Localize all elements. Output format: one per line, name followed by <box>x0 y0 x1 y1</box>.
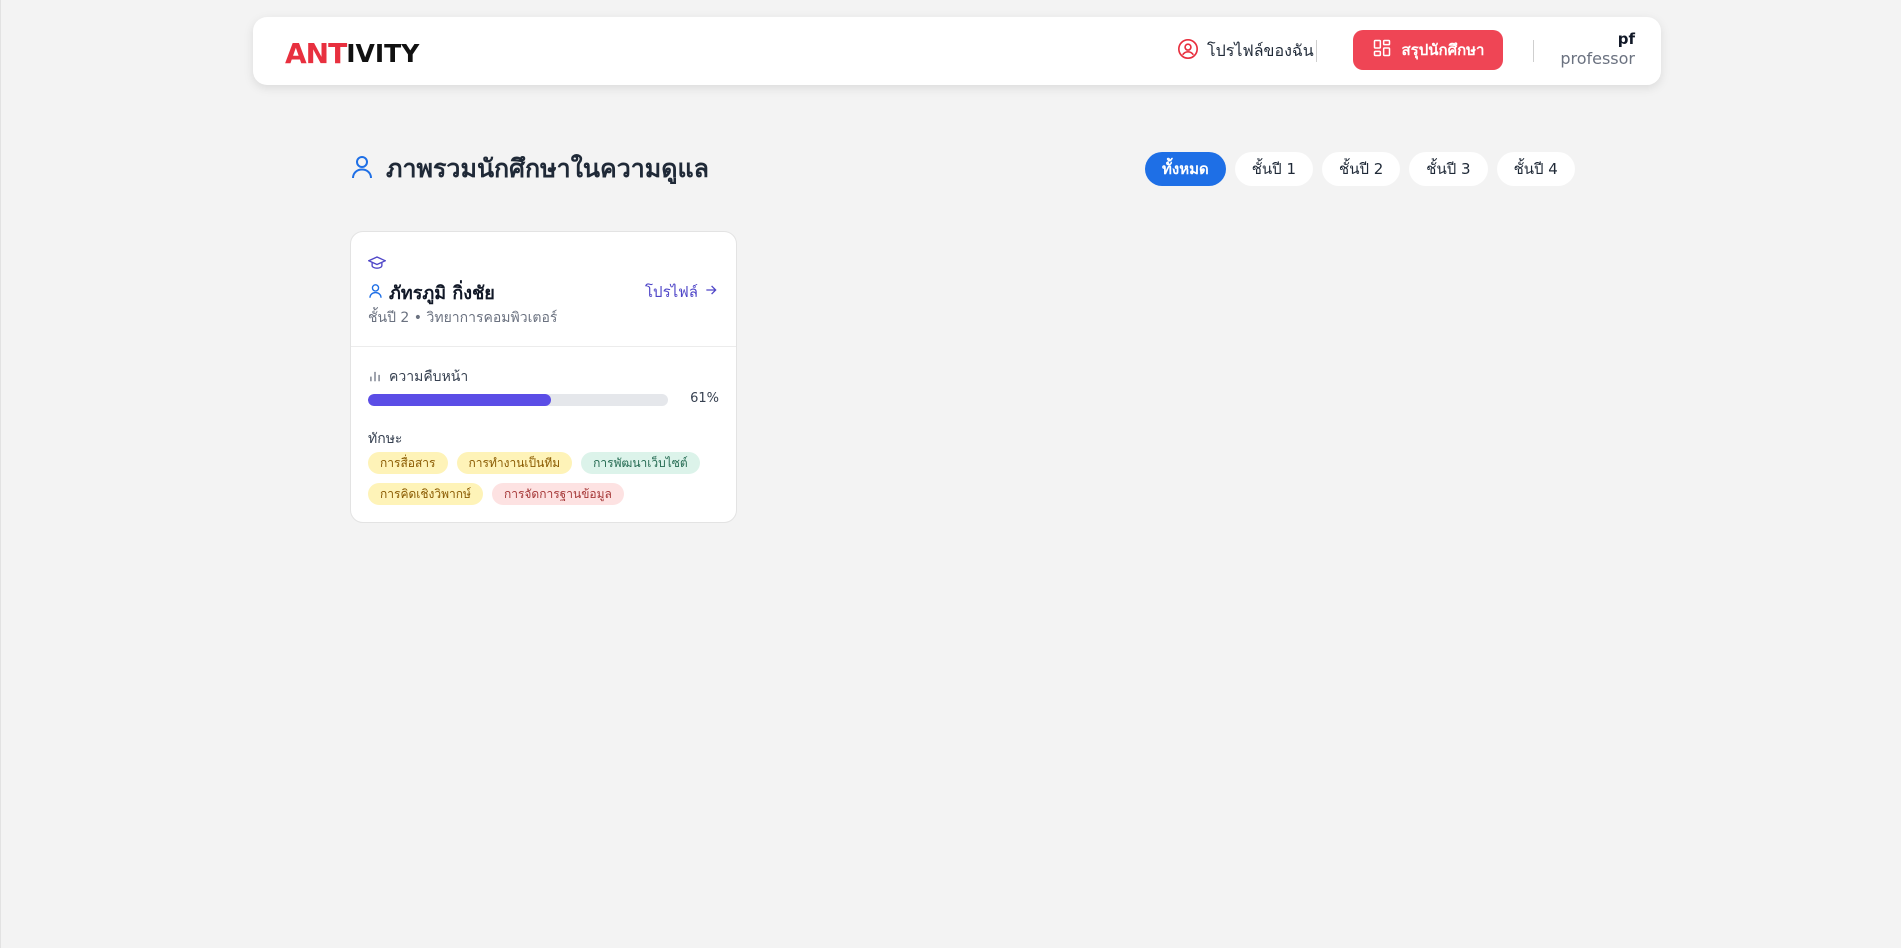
logo-part-ivity: IVITY <box>346 39 420 68</box>
student-card: ภัทรภูมิ กิ่งชัย โปรไฟล์ ชั้นปี 2 • วิทย… <box>350 231 737 523</box>
student-name: ภัทรภูมิ กิ่งชัย <box>389 283 495 304</box>
antivity-logo[interactable]: ANT IVITY <box>285 35 419 69</box>
card-divider <box>351 346 736 347</box>
page-title-row: ภาพรวมนักศึกษาในความดูแล <box>350 152 709 186</box>
graduation-cap-icon <box>367 255 387 275</box>
header-separator <box>1533 40 1534 62</box>
skills-label: ทักษะ <box>368 431 403 447</box>
page-title: ภาพรวมนักศึกษาในความดูแล <box>386 154 709 183</box>
skill-tag: การสื่อสาร <box>368 452 448 474</box>
my-profile-link[interactable]: โปรไฟล์ของฉัน <box>1177 38 1314 64</box>
year-filter-group: ทั้งหมด ชั้นปี 1 ชั้นปี 2 ชั้นปี 3 ชั้นป… <box>1145 152 1575 186</box>
user-icon <box>368 283 383 303</box>
progress-bar <box>368 394 668 406</box>
student-profile-link[interactable]: โปรไฟล์ <box>645 280 718 304</box>
skill-tag: การคิดเชิงวิพากษ์ <box>368 483 483 505</box>
progress-bar-fill <box>368 394 551 406</box>
progress-percent: 61% <box>690 391 719 406</box>
progress-label: ความคืบหน้า <box>389 369 469 385</box>
student-summary-label: สรุปนักศึกษา <box>1401 41 1485 59</box>
skill-tag: การพัฒนาเว็บไซต์ <box>581 452 700 474</box>
skill-tag: การจัดการฐานข้อมูล <box>491 483 624 505</box>
filter-all[interactable]: ทั้งหมด <box>1145 152 1226 186</box>
progress-label-row: ความคืบหน้า <box>368 366 468 388</box>
user-icon <box>350 154 374 184</box>
filter-year-1[interactable]: ชั้นปี 1 <box>1234 152 1314 186</box>
user-circle-icon <box>1177 38 1199 64</box>
skill-tag: การทำงานเป็นทีม <box>456 452 573 474</box>
logo-part-ant: ANT <box>285 37 347 70</box>
student-profile-label: โปรไฟล์ <box>645 283 698 301</box>
student-year-major: ชั้นปี 2 • วิทยาการคอมพิวเตอร์ <box>368 310 558 326</box>
current-user[interactable]: pf professor <box>1560 30 1635 68</box>
my-profile-label: โปรไฟล์ของฉัน <box>1207 40 1314 60</box>
top-navbar: ANT IVITY โปรไฟล์ของฉัน สรุปนักศึกษา pf p… <box>253 17 1661 85</box>
user-name: pf <box>1617 30 1635 48</box>
bar-chart-icon <box>368 368 382 387</box>
user-role: professor <box>1560 49 1635 68</box>
skill-tags: การสื่อสาร การทำงานเป็นทีม การพัฒนาเว็บไ… <box>368 452 728 505</box>
header-separator <box>1316 40 1317 62</box>
filter-year-2[interactable]: ชั้นปี 2 <box>1322 152 1401 186</box>
filter-year-4[interactable]: ชั้นปี 4 <box>1496 152 1575 186</box>
arrow-right-icon <box>704 283 718 301</box>
filter-year-3[interactable]: ชั้นปี 3 <box>1409 152 1488 186</box>
student-summary-button[interactable]: สรุปนักศึกษา <box>1353 30 1503 70</box>
student-name-row: ภัทรภูมิ กิ่งชัย <box>368 278 495 307</box>
page-edge <box>0 0 1 948</box>
dashboard-grid-icon <box>1372 38 1392 62</box>
